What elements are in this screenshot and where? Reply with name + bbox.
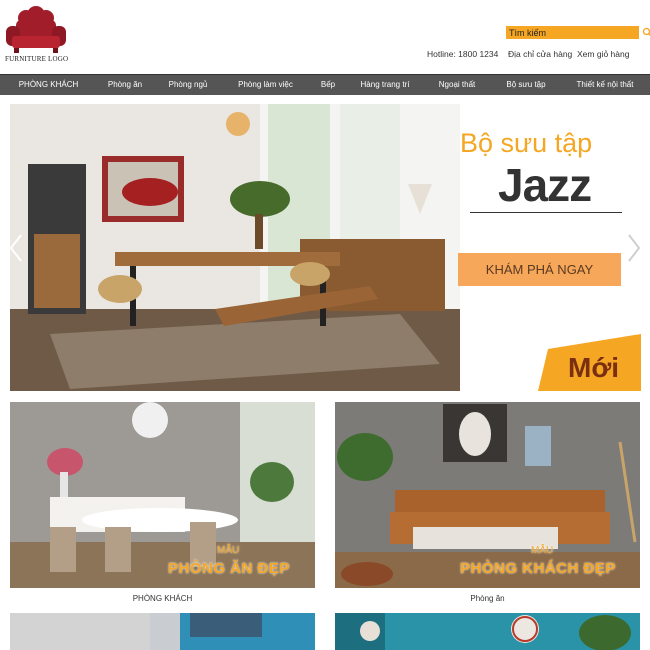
office-image <box>335 613 640 650</box>
nav-item-decor[interactable]: Hàng trang trí <box>348 75 422 95</box>
hero-title: Jazz <box>498 159 592 211</box>
nav-item-office[interactable]: Phòng làm việc <box>223 75 308 95</box>
category-card-living[interactable]: MẪU PHÒNG KHÁCH ĐẸP Phòng ăn <box>335 402 640 612</box>
card-caption[interactable]: PHÒNG KHÁCH <box>10 594 315 603</box>
explore-now-button[interactable]: KHÁM PHÁ NGAY <box>458 253 621 286</box>
nav-item-bedroom[interactable]: Phòng ngủ <box>153 75 223 95</box>
hero-subtitle: Bộ sưu tập <box>460 128 593 158</box>
carousel-prev-icon[interactable] <box>8 233 24 263</box>
carousel-next-icon[interactable] <box>626 233 642 263</box>
nav-item-outdoor[interactable]: Ngoại thất <box>422 75 492 95</box>
nav-item-interior-design[interactable]: Thiết kế nội thất <box>560 75 650 95</box>
search-input[interactable] <box>506 26 639 39</box>
store-address-link[interactable]: Địa chỉ cửa hàng <box>508 49 572 59</box>
card-overlay-title: PHÒNG ĂN ĐẸP <box>168 560 290 577</box>
card-overlay-small: MẪU <box>217 545 240 556</box>
card-caption[interactable]: Phòng ăn <box>335 594 640 603</box>
nav-item-dining-room[interactable]: Phòng ăn <box>97 75 153 95</box>
category-card-bottom-left[interactable] <box>10 613 315 650</box>
card-overlay-small: MẪU <box>531 545 554 556</box>
bedroom-image <box>10 613 315 650</box>
hotline-text: Hotline: 1800 1234 <box>427 49 499 59</box>
search-box <box>506 26 650 40</box>
new-badge-label: Mới <box>568 352 620 383</box>
nav-item-living-room[interactable]: PHÒNG KHÁCH <box>0 75 97 95</box>
nav-item-collections[interactable]: Bộ sưu tập <box>492 75 560 95</box>
search-icon[interactable] <box>642 27 650 38</box>
view-cart-link[interactable]: Xem giỏ hàng <box>577 49 629 59</box>
nav-item-kitchen[interactable]: Bếp <box>308 75 348 95</box>
hero-room-image <box>10 104 460 391</box>
logo-text: FURNITURE LOGO <box>5 55 69 63</box>
card-overlay-title: PHÒNG KHÁCH ĐẸP <box>460 560 616 577</box>
category-card-bottom-right[interactable] <box>335 613 640 650</box>
hero-divider <box>470 212 622 213</box>
main-navigation: PHÒNG KHÁCH Phòng ăn Phòng ngủ Phòng làm… <box>0 74 650 95</box>
category-card-dining[interactable]: MẪU PHÒNG ĂN ĐẸP PHÒNG KHÁCH <box>10 402 315 612</box>
